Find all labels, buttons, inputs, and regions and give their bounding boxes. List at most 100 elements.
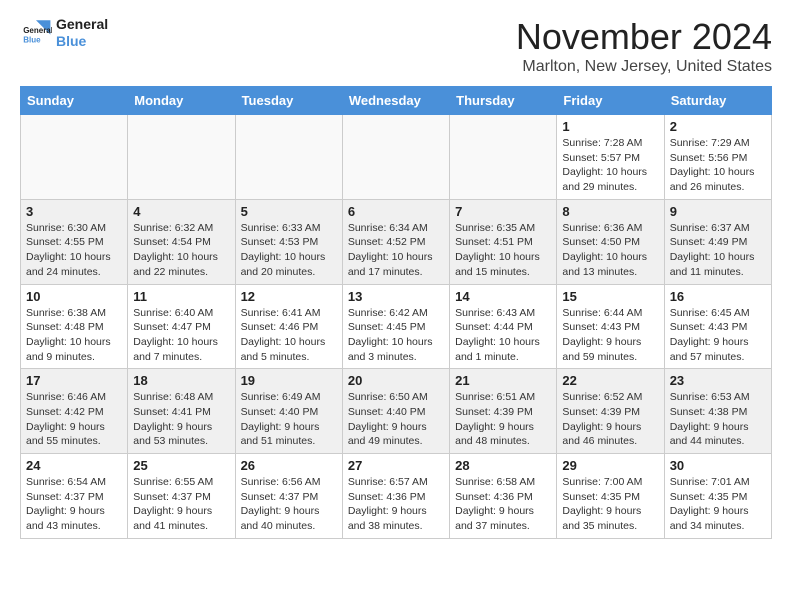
day-number: 27 bbox=[348, 458, 444, 473]
day-number: 14 bbox=[455, 289, 551, 304]
day-info: Sunrise: 7:00 AMSunset: 4:35 PMDaylight:… bbox=[562, 475, 658, 534]
title-block: November 2024 Marlton, New Jersey, Unite… bbox=[516, 16, 772, 76]
day-info: Sunrise: 6:53 AMSunset: 4:38 PMDaylight:… bbox=[670, 390, 766, 449]
day-number: 15 bbox=[562, 289, 658, 304]
day-number: 18 bbox=[133, 373, 229, 388]
day-info: Sunrise: 6:48 AMSunset: 4:41 PMDaylight:… bbox=[133, 390, 229, 449]
calendar-cell: 1 Sunrise: 7:28 AMSunset: 5:57 PMDaylight… bbox=[557, 115, 664, 200]
day-number: 12 bbox=[241, 289, 337, 304]
calendar-cell: 5 Sunrise: 6:33 AMSunset: 4:53 PMDaylight… bbox=[235, 199, 342, 284]
day-number: 11 bbox=[133, 289, 229, 304]
calendar-week-row-4: 17Sunrise: 6:46 AMSunset: 4:42 PMDayligh… bbox=[21, 369, 772, 454]
calendar-header-sunday: Sunday bbox=[21, 87, 128, 115]
calendar-week-row-2: 3Sunrise: 6:30 AMSunset: 4:55 PMDaylight… bbox=[21, 199, 772, 284]
calendar-week-row-5: 24 Sunrise: 6:54 AMSunset: 4:37 PMDayligh… bbox=[21, 454, 772, 539]
day-number: 30 bbox=[670, 458, 766, 473]
calendar-header-wednesday: Wednesday bbox=[342, 87, 449, 115]
calendar-cell: 29 Sunrise: 7:00 AMSunset: 4:35 PMDayligh… bbox=[557, 454, 664, 539]
day-info: Sunrise: 6:42 AMSunset: 4:45 PMDaylight:… bbox=[348, 306, 444, 365]
day-info: Sunrise: 7:01 AMSunset: 4:35 PMDaylight:… bbox=[670, 475, 766, 534]
calendar-cell bbox=[128, 115, 235, 200]
day-number: 6 bbox=[348, 204, 444, 219]
day-info: Sunrise: 6:54 AMSunset: 4:37 PMDaylight:… bbox=[26, 475, 122, 534]
calendar-cell: 7 Sunrise: 6:35 AMSunset: 4:51 PMDaylight… bbox=[450, 199, 557, 284]
day-number: 1 bbox=[562, 119, 658, 134]
calendar-cell: 20 Sunrise: 6:50 AMSunset: 4:40 PMDayligh… bbox=[342, 369, 449, 454]
day-info: Sunrise: 6:34 AMSunset: 4:52 PMDaylight:… bbox=[348, 221, 444, 280]
calendar-cell: 18 Sunrise: 6:48 AMSunset: 4:41 PMDayligh… bbox=[128, 369, 235, 454]
day-info: Sunrise: 6:45 AMSunset: 4:43 PMDaylight:… bbox=[670, 306, 766, 365]
calendar-header-monday: Monday bbox=[128, 87, 235, 115]
day-info: Sunrise: 6:44 AMSunset: 4:43 PMDaylight:… bbox=[562, 306, 658, 365]
calendar-cell bbox=[21, 115, 128, 200]
day-number: 25 bbox=[133, 458, 229, 473]
logo-general: General bbox=[56, 16, 108, 33]
calendar-cell: 22 Sunrise: 6:52 AMSunset: 4:39 PMDayligh… bbox=[557, 369, 664, 454]
calendar-header-thursday: Thursday bbox=[450, 87, 557, 115]
calendar-cell: 26Sunrise: 6:56 AMSunset: 4:37 PMDayligh… bbox=[235, 454, 342, 539]
day-number: 24 bbox=[26, 458, 122, 473]
day-info: Sunrise: 6:33 AMSunset: 4:53 PMDaylight:… bbox=[241, 221, 337, 280]
day-number: 10 bbox=[26, 289, 122, 304]
day-info: Sunrise: 6:50 AMSunset: 4:40 PMDaylight:… bbox=[348, 390, 444, 449]
day-number: 13 bbox=[348, 289, 444, 304]
day-info: Sunrise: 6:57 AMSunset: 4:36 PMDaylight:… bbox=[348, 475, 444, 534]
day-info: Sunrise: 6:30 AMSunset: 4:55 PMDaylight:… bbox=[26, 221, 122, 280]
day-number: 29 bbox=[562, 458, 658, 473]
calendar-cell: 8 Sunrise: 6:36 AMSunset: 4:50 PMDaylight… bbox=[557, 199, 664, 284]
page: General Blue General Blue November 2024 … bbox=[0, 0, 792, 559]
day-number: 2 bbox=[670, 119, 766, 134]
calendar-cell: 4 Sunrise: 6:32 AMSunset: 4:54 PMDaylight… bbox=[128, 199, 235, 284]
calendar: SundayMondayTuesdayWednesdayThursdayFrid… bbox=[20, 86, 772, 539]
day-number: 17 bbox=[26, 373, 122, 388]
calendar-cell: 12 Sunrise: 6:41 AMSunset: 4:46 PMDayligh… bbox=[235, 284, 342, 369]
calendar-cell: 2Sunrise: 7:29 AMSunset: 5:56 PMDaylight… bbox=[664, 115, 771, 200]
logo-icon: General Blue bbox=[20, 17, 52, 49]
day-number: 4 bbox=[133, 204, 229, 219]
day-info: Sunrise: 6:37 AMSunset: 4:49 PMDaylight:… bbox=[670, 221, 766, 280]
day-number: 23 bbox=[670, 373, 766, 388]
calendar-cell: 24 Sunrise: 6:54 AMSunset: 4:37 PMDayligh… bbox=[21, 454, 128, 539]
calendar-cell: 23 Sunrise: 6:53 AMSunset: 4:38 PMDayligh… bbox=[664, 369, 771, 454]
day-info: Sunrise: 6:32 AMSunset: 4:54 PMDaylight:… bbox=[133, 221, 229, 280]
day-number: 22 bbox=[562, 373, 658, 388]
svg-text:Blue: Blue bbox=[23, 35, 41, 44]
day-info: Sunrise: 6:36 AMSunset: 4:50 PMDaylight:… bbox=[562, 221, 658, 280]
day-number: 9 bbox=[670, 204, 766, 219]
day-info: Sunrise: 6:58 AMSunset: 4:36 PMDaylight:… bbox=[455, 475, 551, 534]
day-info: Sunrise: 6:43 AMSunset: 4:44 PMDaylight:… bbox=[455, 306, 551, 365]
calendar-cell: 14 Sunrise: 6:43 AMSunset: 4:44 PMDayligh… bbox=[450, 284, 557, 369]
calendar-cell: 19Sunrise: 6:49 AMSunset: 4:40 PMDayligh… bbox=[235, 369, 342, 454]
day-number: 7 bbox=[455, 204, 551, 219]
calendar-header-saturday: Saturday bbox=[664, 87, 771, 115]
calendar-cell: 21Sunrise: 6:51 AMSunset: 4:39 PMDayligh… bbox=[450, 369, 557, 454]
calendar-header-row: SundayMondayTuesdayWednesdayThursdayFrid… bbox=[21, 87, 772, 115]
day-number: 5 bbox=[241, 204, 337, 219]
calendar-cell bbox=[450, 115, 557, 200]
calendar-cell: 25Sunrise: 6:55 AMSunset: 4:37 PMDayligh… bbox=[128, 454, 235, 539]
calendar-cell: 27 Sunrise: 6:57 AMSunset: 4:36 PMDayligh… bbox=[342, 454, 449, 539]
day-info: Sunrise: 6:51 AMSunset: 4:39 PMDaylight:… bbox=[455, 390, 551, 449]
calendar-cell bbox=[342, 115, 449, 200]
day-info: Sunrise: 6:41 AMSunset: 4:46 PMDaylight:… bbox=[241, 306, 337, 365]
svg-text:General: General bbox=[23, 26, 52, 35]
calendar-cell: 3Sunrise: 6:30 AMSunset: 4:55 PMDaylight… bbox=[21, 199, 128, 284]
day-info: Sunrise: 7:28 AMSunset: 5:57 PMDaylight:… bbox=[562, 136, 658, 195]
location: Marlton, New Jersey, United States bbox=[516, 58, 772, 76]
day-number: 19 bbox=[241, 373, 337, 388]
header: General Blue General Blue November 2024 … bbox=[20, 16, 772, 76]
day-info: Sunrise: 6:35 AMSunset: 4:51 PMDaylight:… bbox=[455, 221, 551, 280]
calendar-cell: 30 Sunrise: 7:01 AMSunset: 4:35 PMDayligh… bbox=[664, 454, 771, 539]
calendar-cell: 13 Sunrise: 6:42 AMSunset: 4:45 PMDayligh… bbox=[342, 284, 449, 369]
day-number: 16 bbox=[670, 289, 766, 304]
day-info: Sunrise: 6:52 AMSunset: 4:39 PMDaylight:… bbox=[562, 390, 658, 449]
day-number: 28 bbox=[455, 458, 551, 473]
day-number: 8 bbox=[562, 204, 658, 219]
logo-blue: Blue bbox=[56, 33, 108, 50]
calendar-header-tuesday: Tuesday bbox=[235, 87, 342, 115]
day-info: Sunrise: 6:38 AMSunset: 4:48 PMDaylight:… bbox=[26, 306, 122, 365]
calendar-header-friday: Friday bbox=[557, 87, 664, 115]
day-info: Sunrise: 6:56 AMSunset: 4:37 PMDaylight:… bbox=[241, 475, 337, 534]
calendar-cell: 15 Sunrise: 6:44 AMSunset: 4:43 PMDayligh… bbox=[557, 284, 664, 369]
day-number: 20 bbox=[348, 373, 444, 388]
